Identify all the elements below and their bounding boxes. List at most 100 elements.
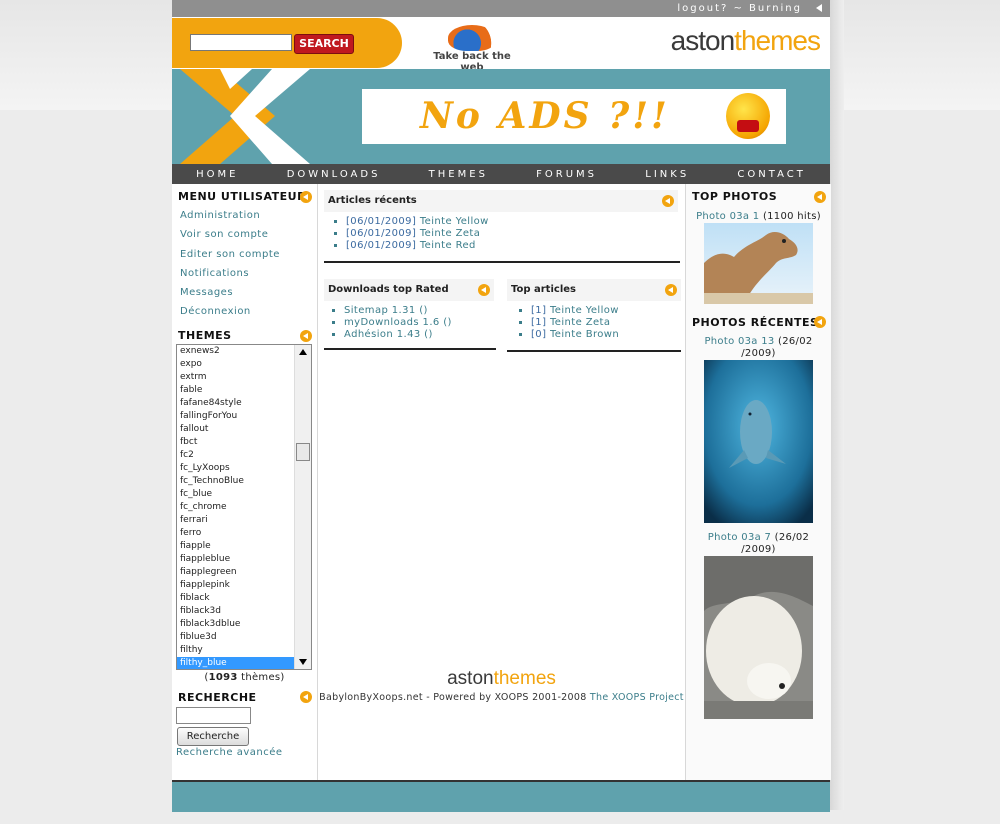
list-item[interactable]: [06/01/2009] Teinte Red [346, 240, 678, 252]
theme-option[interactable]: fiblue3d [177, 631, 311, 644]
nav-downloads[interactable]: DOWNLOADS [287, 169, 381, 180]
camel-photo[interactable] [704, 223, 813, 304]
nav-forums[interactable]: FORUMS [536, 169, 597, 180]
theme-option[interactable]: fiblack3d [177, 605, 311, 618]
menu-title: MENU UTILISATEUR [178, 190, 307, 203]
list-item[interactable]: [0] Teinte Brown [531, 329, 681, 341]
theme-option[interactable]: extrm [177, 371, 311, 384]
footer-logo: astonthemes [447, 668, 556, 689]
divider [324, 261, 680, 263]
collapse-icon[interactable] [300, 691, 312, 703]
footer-credits: BabylonByXoops.net - Powered by XOOPS 20… [319, 692, 684, 703]
theme-option[interactable]: fiappleblue [177, 553, 311, 566]
logo-part-a: aston [670, 25, 735, 56]
top-bar: logout? ~ Burning [172, 0, 830, 17]
menu-messages[interactable]: Messages [180, 287, 317, 306]
right-sidebar: TOP PHOTOS Photo 03a 1 (1100 hits) PHOTO… [685, 184, 831, 780]
photo-link[interactable]: Photo 03a 1 [696, 211, 759, 222]
logout-link[interactable]: logout? ~ Burning [677, 3, 830, 14]
theme-option[interactable]: fbct [177, 436, 311, 449]
theme-option[interactable]: fable [177, 384, 311, 397]
search-title: RECHERCHE [178, 691, 257, 704]
site-logo[interactable]: astonthemes [670, 25, 821, 57]
menu-editer-compte[interactable]: Editer son compte [180, 249, 317, 268]
list-item[interactable]: Adhésion 1.43 () [344, 329, 494, 341]
page-shadow [830, 0, 844, 810]
theme-option[interactable]: fafane84style [177, 397, 311, 410]
nav-themes[interactable]: THEMES [429, 169, 488, 180]
collapse-icon[interactable] [478, 284, 490, 296]
nav-home[interactable]: HOME [196, 169, 238, 180]
top-articles-block: Top articles [1] Teinte Yellow [1] Teint… [507, 279, 681, 349]
recent-articles-list: [06/01/2009] Teinte Yellow [06/01/2009] … [324, 216, 678, 252]
list-item[interactable]: Sitemap 1.31 () [344, 305, 494, 317]
firefox-logo-icon [448, 25, 496, 51]
list-item[interactable]: myDownloads 1.6 () [344, 317, 494, 329]
top-articles-list: [1] Teinte Yellow [1] Teinte Zeta [0] Te… [507, 305, 681, 341]
collapse-icon[interactable] [814, 191, 826, 203]
polar-bear-photo[interactable] [704, 556, 813, 719]
scroll-down-icon[interactable] [299, 659, 307, 665]
theme-option[interactable]: filthy [177, 644, 311, 657]
search-input[interactable] [190, 34, 292, 51]
collapse-icon[interactable] [662, 195, 674, 207]
main-content: Articles récents [06/01/2009] Teinte Yel… [318, 184, 685, 780]
search-button[interactable]: SEARCH [294, 34, 354, 54]
sidebar-search-input[interactable] [176, 707, 251, 724]
nav-contact[interactable]: CONTACT [737, 169, 805, 180]
theme-option[interactable]: ferro [177, 527, 311, 540]
photo-caption: Photo 03a 7 (26/02/2009) [707, 532, 810, 555]
themes-count: (1093 thèmes) [204, 672, 285, 683]
page-container: logout? ~ Burning SEARCH Take back the w… [172, 0, 831, 812]
theme-option[interactable]: expo [177, 358, 311, 371]
collapse-icon[interactable] [300, 330, 312, 342]
menu-voir-compte[interactable]: Voir son compte [180, 229, 317, 248]
collapse-icon[interactable] [300, 191, 312, 203]
firefox-promo[interactable]: Take back the web [422, 23, 522, 73]
list-item[interactable]: [06/01/2009] Teinte Yellow [346, 216, 678, 228]
menu-administration[interactable]: Administration [180, 210, 317, 229]
recent-articles-header: Articles récents [324, 190, 678, 212]
theme-option[interactable]: fc_LyXoops [177, 462, 311, 475]
ad-text: No ADS ?!! [420, 95, 670, 137]
theme-option[interactable]: fiblack [177, 592, 311, 605]
list-item[interactable]: [06/01/2009] Teinte Zeta [346, 228, 678, 240]
theme-option[interactable]: fc_TechnoBlue [177, 475, 311, 488]
list-item[interactable]: [1] Teinte Zeta [531, 317, 681, 329]
xoops-link[interactable]: The XOOPS Project [590, 692, 684, 703]
scroll-thumb[interactable] [296, 443, 310, 461]
nav-links[interactable]: LINKS [645, 169, 689, 180]
left-sidebar: MENU UTILISATEUR Administration Voir son… [172, 184, 318, 780]
menu-notifications[interactable]: Notifications [180, 268, 317, 287]
scroll-up-icon[interactable] [299, 349, 307, 355]
theme-option[interactable]: fallout [177, 423, 311, 436]
advanced-search-link[interactable]: Recherche avancée [176, 747, 283, 758]
sidebar-search-button[interactable]: Recherche [177, 727, 249, 746]
divider [324, 348, 496, 350]
collapse-icon[interactable] [665, 284, 677, 296]
dolphin-photo[interactable] [704, 360, 813, 523]
theme-option[interactable]: ferrari [177, 514, 311, 527]
theme-option[interactable]: fiapple [177, 540, 311, 553]
theme-option[interactable]: fc_chrome [177, 501, 311, 514]
recent-articles-block: Articles récents [06/01/2009] Teinte Yel… [324, 190, 678, 262]
downloads-list: Sitemap 1.31 () myDownloads 1.6 () Adhés… [324, 305, 494, 341]
theme-select[interactable]: exnews2 expo extrm fable fafane84style fallin… [176, 344, 312, 670]
theme-option[interactable]: fiblack3dblue [177, 618, 311, 631]
banner: No ADS ?!! [172, 69, 830, 164]
photo-link[interactable]: Photo 03a 13 [704, 336, 774, 347]
theme-option[interactable]: filthy_blue [177, 657, 311, 669]
collapse-icon[interactable] [814, 316, 826, 328]
menu-deconnexion[interactable]: Déconnexion [180, 306, 317, 325]
theme-option[interactable]: exnews2 [177, 345, 311, 358]
list-item[interactable]: [1] Teinte Yellow [531, 305, 681, 317]
photo-link[interactable]: Photo 03a 7 [708, 532, 771, 543]
theme-option[interactable]: fiapplepink [177, 579, 311, 592]
theme-option[interactable]: fiapplegreen [177, 566, 311, 579]
theme-option[interactable]: fc_blue [177, 488, 311, 501]
photo-caption: Photo 03a 13 (26/02/2009) [704, 336, 813, 359]
themes-title: THEMES [178, 329, 232, 342]
theme-option[interactable]: fallingForYou [177, 410, 311, 423]
theme-option[interactable]: fc2 [177, 449, 311, 462]
scrollbar[interactable] [294, 345, 311, 669]
